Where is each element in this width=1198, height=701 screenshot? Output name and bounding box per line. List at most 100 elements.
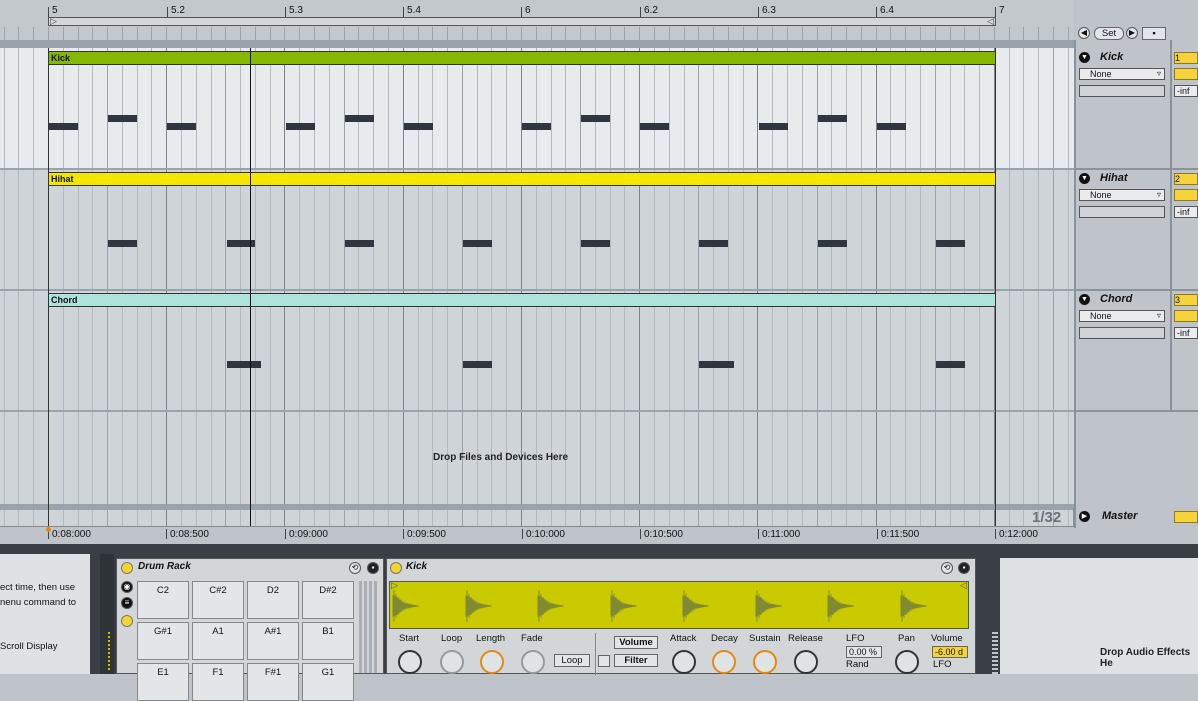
start-knob[interactable] [398,650,422,674]
fade-knob[interactable] [521,650,545,674]
play-icon[interactable]: ▶ [1079,511,1090,522]
save-icon[interactable]: ▪ [1142,27,1166,40]
input-type-dropdown[interactable]: None ▿ [1079,310,1165,322]
midi-note[interactable] [640,123,669,130]
input-type-dropdown[interactable]: None ▿ [1079,68,1165,80]
midi-note[interactable] [404,123,433,130]
midi-note[interactable] [227,361,261,368]
midi-note[interactable] [581,115,610,122]
drum-pad[interactable]: C2 [137,581,189,619]
master-lane[interactable] [0,510,1074,526]
pad-overview[interactable] [359,581,379,673]
drum-pad[interactable]: A1 [192,622,244,660]
drum-pad[interactable]: A#1 [247,622,299,660]
midi-note[interactable] [759,123,788,130]
drop-area[interactable]: Drop Files and Devices Here [0,412,1074,504]
length-knob[interactable] [480,650,504,674]
release-knob[interactable] [794,650,818,674]
drum-pad[interactable]: D#2 [302,581,354,619]
midi-note[interactable] [345,240,374,247]
midi-note[interactable] [167,123,196,130]
hot-swap-icon[interactable]: ⟲ [349,562,361,574]
input-channel-field[interactable] [1079,327,1165,339]
track-volume-value[interactable]: -inf [1174,206,1198,218]
device-title[interactable]: Drum Rack [138,561,191,572]
set-locator-button[interactable]: Set [1094,27,1124,40]
show-macros-icon[interactable]: ◉ [121,581,133,593]
drum-rack-device[interactable]: Drum Rack ⟲ ▪ ◉ ≡ C2 C#2 D2 D#2 G#1 A1 A… [116,558,384,701]
midi-note[interactable] [49,123,78,130]
sustain-knob[interactable] [753,650,777,674]
drum-pad[interactable]: F#1 [247,663,299,701]
track-lane-hihat[interactable]: Hihat [0,170,1074,289]
midi-note[interactable] [286,123,315,130]
midi-note[interactable] [936,361,965,368]
midi-note[interactable] [877,123,906,130]
master-activator[interactable] [1174,511,1198,523]
track-number[interactable]: 2 [1174,173,1198,185]
sample-waveform[interactable]: ▷ ◁ [389,580,969,629]
midi-note[interactable] [699,240,728,247]
midi-note[interactable] [463,361,492,368]
loop-button[interactable]: Loop [554,654,590,667]
track-volume-value[interactable]: -inf [1174,327,1198,339]
attack-knob[interactable] [672,650,696,674]
drum-pad[interactable]: D2 [247,581,299,619]
hot-swap-icon[interactable]: ⟲ [941,562,953,574]
device-on-icon[interactable] [390,562,402,574]
save-preset-icon[interactable]: ▪ [958,562,970,574]
track-number[interactable]: 1 [1174,52,1198,64]
track-activator[interactable] [1174,68,1198,80]
loop-start-marker[interactable]: ▷ [50,16,57,27]
track-name-master[interactable]: Master [1102,510,1137,522]
device-on-icon[interactable] [121,562,133,574]
drum-pad[interactable]: B1 [302,622,354,660]
midi-note[interactable] [463,240,492,247]
track-activator[interactable] [1174,310,1198,322]
next-locator-button[interactable]: ▶ [1126,27,1138,39]
volume-field[interactable]: -6.00 d [932,646,968,658]
clip-kick[interactable]: Kick [48,51,996,65]
time-ruler[interactable]: 0:08:000 0:08:500 0:09:000 0:09:500 0:10:000… [0,526,1074,545]
track-name-hihat[interactable]: Hihat [1100,172,1128,184]
prev-locator-button[interactable]: ◀ [1078,27,1090,39]
sample-end-marker[interactable]: ◁ [960,580,967,591]
input-channel-field[interactable] [1079,85,1165,97]
track-activator[interactable] [1174,189,1198,201]
midi-note[interactable] [699,361,734,368]
track-lane-chord[interactable]: Chord [0,291,1074,410]
track-number[interactable]: 3 [1174,294,1198,306]
drum-pad[interactable]: G1 [302,663,354,701]
midi-note[interactable] [818,240,847,247]
show-chains-icon[interactable]: ≡ [121,597,133,609]
midi-note[interactable] [108,240,137,247]
drum-pad[interactable]: F1 [192,663,244,701]
fold-icon[interactable]: ▼ [1079,294,1090,305]
drum-pad[interactable]: C#2 [192,581,244,619]
loop-brace[interactable]: ▷ ◁ [48,16,996,27]
drum-pad[interactable]: G#1 [137,622,189,660]
filter-toggle[interactable] [598,655,610,667]
midi-note[interactable] [108,115,137,122]
track-name-chord[interactable]: Chord [1100,293,1132,305]
insert-marker[interactable] [250,48,251,526]
audio-effects-drop-area[interactable]: Drop Audio Effects He [1000,558,1198,674]
fold-icon[interactable]: ▼ [1079,173,1090,184]
midi-note[interactable] [581,240,610,247]
clip-chord[interactable]: Chord [48,293,996,307]
input-channel-field[interactable] [1079,206,1165,218]
loop-end-marker[interactable]: ◁ [987,16,994,27]
loop-knob[interactable] [440,650,464,674]
drum-pad[interactable]: E1 [137,663,189,701]
track-lane-kick[interactable]: Kick [0,48,1074,168]
pan-knob[interactable] [895,650,919,674]
input-type-dropdown[interactable]: None ▿ [1079,189,1165,201]
device-title[interactable]: Kick [406,561,427,572]
midi-note[interactable] [522,123,551,130]
show-devices-icon[interactable] [121,615,133,627]
track-name-kick[interactable]: Kick [1100,51,1123,63]
midi-note[interactable] [345,115,374,122]
midi-note[interactable] [936,240,965,247]
midi-note[interactable] [818,115,847,122]
fold-icon[interactable]: ▼ [1079,52,1090,63]
